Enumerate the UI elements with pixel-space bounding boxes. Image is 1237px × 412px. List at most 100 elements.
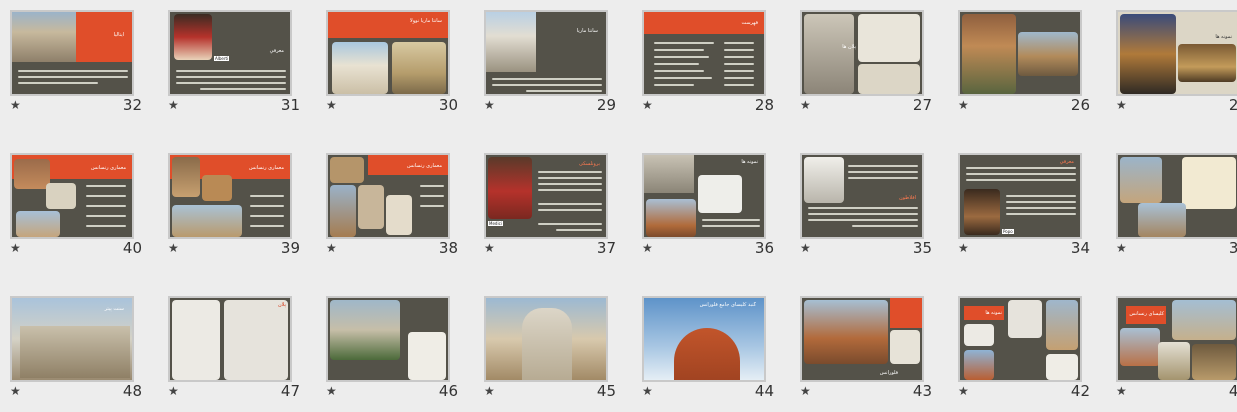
slide-thumbnail[interactable]: فلورانس (800, 296, 924, 382)
church-facade-photo (332, 42, 388, 94)
slide-thumbnail[interactable]: فهرست (642, 10, 766, 96)
slide-item[interactable]: معماری رنسانس ★ 40 (0, 143, 152, 256)
church-photo (1172, 300, 1236, 340)
slide-number: 36 (754, 239, 774, 257)
slide-thumbnail[interactable] (326, 296, 450, 382)
star-icon[interactable]: ★ (10, 384, 21, 398)
slide-item[interactable]: معماری رنسانس ★ 38 (316, 143, 468, 257)
star-icon[interactable]: ★ (326, 98, 337, 112)
slide-item[interactable]: ايتاليا ★ 32 (0, 0, 152, 113)
star-icon[interactable]: ★ (800, 98, 811, 112)
slide-title: سنت پیتر (104, 306, 124, 312)
slide-item[interactable]: ★ 45 (474, 286, 626, 399)
slide-item[interactable]: ★ 26 (948, 0, 1100, 113)
dome-photo (674, 328, 740, 380)
building-photo (12, 12, 76, 62)
portrait-photo (174, 14, 212, 60)
star-icon[interactable]: ★ (484, 384, 495, 398)
slide-number: 30 (438, 96, 458, 114)
slide-title: نمونه ها (1215, 34, 1232, 40)
slide-item[interactable]: فهرست ★ 28 (632, 0, 784, 113)
slide-thumbnail[interactable]: Alberti معرفي (168, 10, 292, 96)
slide-item[interactable]: ★ 46 (316, 286, 468, 399)
star-icon[interactable]: ★ (1116, 98, 1127, 112)
slide-item[interactable]: فلورانس ★ 43 (790, 286, 942, 400)
slide-item[interactable]: سانتا ماريا نوولا ★ 30 (316, 0, 468, 114)
slide-item[interactable]: ★ 33 (1106, 143, 1237, 257)
slide-item[interactable]: نمونه ها ★ 25 (1106, 0, 1237, 113)
portrait-caption: Medici (488, 221, 503, 226)
star-icon[interactable]: ★ (642, 384, 653, 398)
slide-thumbnail[interactable]: پلان ها (800, 10, 924, 96)
slide-title: گنبد کلیسای جامع فلورانس (699, 302, 756, 308)
portrait-photo (488, 157, 532, 219)
slide-thumbnail[interactable]: معماری رنسانس (10, 153, 134, 239)
star-icon[interactable]: ★ (800, 241, 811, 255)
star-icon[interactable]: ★ (326, 241, 337, 255)
star-icon[interactable]: ★ (168, 241, 179, 255)
star-icon[interactable]: ★ (484, 98, 495, 112)
slide-thumbnail[interactable] (484, 296, 608, 382)
slide-item[interactable]: گنبد کلیسای جامع فلورانس ★ 44 (632, 286, 784, 399)
slide-thumbnail[interactable]: نمونه ها (642, 153, 766, 239)
slide-title: معماری رنسانس (407, 163, 442, 169)
star-icon[interactable]: ★ (10, 98, 21, 112)
slide-number: 29 (596, 96, 616, 114)
slide-item[interactable]: نمونه ها ★ 42 (948, 286, 1100, 399)
slide-item[interactable]: پلان ها ★ 27 (790, 0, 942, 114)
slide-number: 31 (280, 96, 300, 114)
slide-thumbnail[interactable]: سانتا ماريا نوولا (326, 10, 450, 96)
star-icon[interactable]: ★ (1116, 241, 1127, 255)
slide-thumbnail[interactable]: Medici برونلسکی (484, 153, 608, 239)
slide-sorter-grid: ايتاليا ★ 32 Alberti معرفي ★ 31 سانتا ما… (0, 0, 1237, 412)
slide-item[interactable]: معماری رنسانس ★ 39 (158, 143, 310, 256)
slide-thumbnail[interactable]: نمونه ها (1116, 10, 1237, 96)
slide-thumbnail[interactable]: معرفي Popo (958, 153, 1082, 239)
slide-number: 34 (1070, 239, 1090, 257)
slide-thumbnail[interactable]: پلان (168, 296, 292, 382)
slide-number: 38 (438, 239, 458, 257)
slide-item[interactable]: نمونه ها ★ 36 (632, 143, 784, 257)
star-icon[interactable]: ★ (800, 384, 811, 398)
star-icon[interactable]: ★ (326, 384, 337, 398)
slide-thumbnail[interactable] (958, 10, 1082, 96)
star-icon[interactable]: ★ (1116, 384, 1127, 398)
portrait-photo (964, 189, 1000, 235)
slide-item[interactable]: سانتا ماريا ★ 29 (474, 0, 626, 114)
star-icon[interactable]: ★ (642, 241, 653, 255)
slide-item[interactable]: کلیسای رنسانس ★ 41 (1106, 286, 1237, 399)
slide-thumbnail[interactable]: افلاطون (800, 153, 924, 239)
slide-title: سانتا ماريا (576, 28, 598, 34)
slide-item[interactable]: معرفي Popo ★ 34 (948, 143, 1100, 257)
slide-item[interactable]: افلاطون ★ 35 (790, 143, 942, 256)
dome-photo (1158, 342, 1190, 380)
facade-photo (890, 330, 920, 364)
slide-thumbnail[interactable]: معماری رنسانس (168, 153, 292, 239)
slide-thumbnail[interactable]: معماری رنسانس (326, 153, 450, 239)
star-icon[interactable]: ★ (958, 98, 969, 112)
slide-thumbnail[interactable] (1116, 153, 1237, 239)
star-icon[interactable]: ★ (958, 384, 969, 398)
star-icon[interactable]: ★ (168, 384, 179, 398)
palazzo-photo (1120, 157, 1162, 203)
fresco-photo (962, 14, 1016, 94)
star-icon[interactable]: ★ (168, 98, 179, 112)
star-icon[interactable]: ★ (484, 241, 495, 255)
star-icon[interactable]: ★ (958, 241, 969, 255)
slide-thumbnail[interactable]: سانتا ماريا (484, 10, 608, 96)
slide-thumbnail[interactable]: نمونه ها (958, 296, 1082, 382)
slide-item[interactable]: Alberti معرفي ★ 31 (158, 0, 310, 114)
slide-item[interactable]: Medici برونلسکی ★ 37 (474, 143, 626, 256)
slide-thumbnail[interactable]: کلیسای رنسانس (1116, 296, 1237, 382)
star-icon[interactable]: ★ (10, 241, 21, 255)
slide-number: 27 (912, 96, 932, 114)
slide-title: پلان ها (842, 44, 856, 50)
slide-number: 33 (1228, 239, 1237, 257)
slide-thumbnail[interactable]: ايتاليا (10, 10, 134, 96)
slide-thumbnail[interactable]: گنبد کلیسای جامع فلورانس (642, 296, 766, 382)
slide-item[interactable]: سنت پیتر ★ 48 (0, 286, 152, 399)
slide-number: 43 (912, 382, 932, 400)
slide-thumbnail[interactable]: سنت پیتر (10, 296, 134, 382)
star-icon[interactable]: ★ (642, 98, 653, 112)
slide-item[interactable]: پلان ★ 47 (158, 286, 310, 399)
